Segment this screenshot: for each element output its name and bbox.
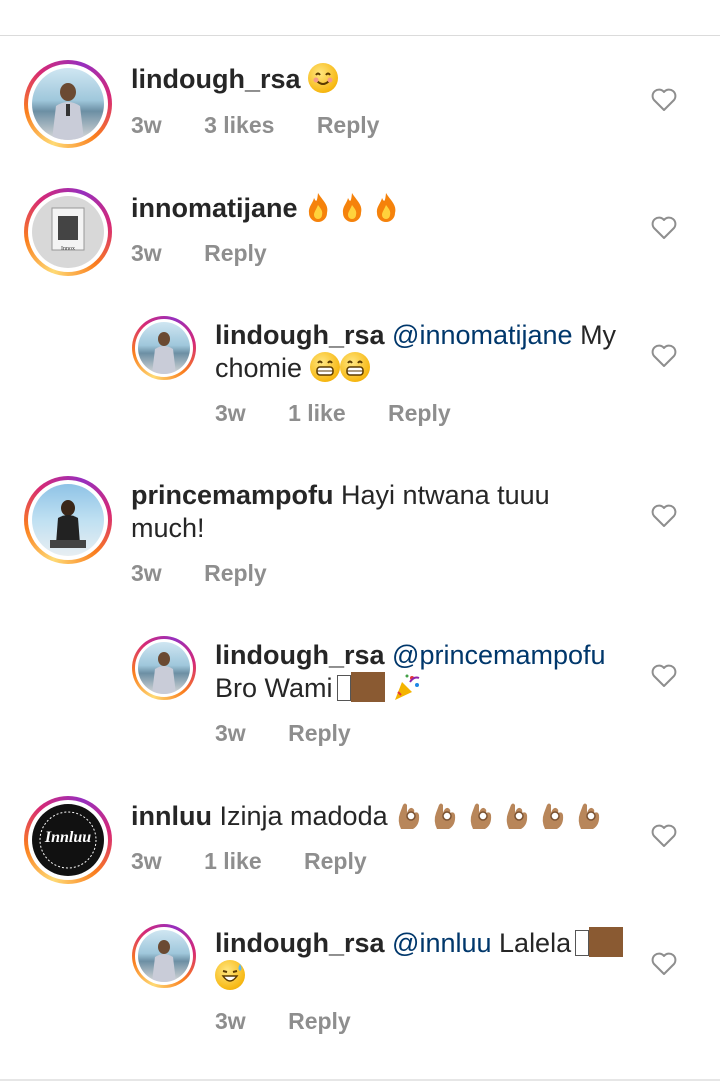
mention-link[interactable]: @innluu [392, 928, 491, 958]
comment-username[interactable]: innomatijane [131, 193, 298, 223]
avatar[interactable]: Innox [24, 188, 112, 276]
comment-time: 3w [131, 848, 162, 874]
comment-username[interactable]: princemampofu [131, 480, 334, 510]
heart-icon[interactable] [651, 952, 677, 976]
reply-button[interactable]: Reply [288, 1008, 351, 1034]
fire-icon [342, 193, 362, 222]
comment-1: lindough_rsa 3w 3 likes Reply [0, 60, 720, 160]
comment-text-line2: Bro Wami [215, 673, 333, 703]
smiling-face-icon [308, 63, 339, 93]
comment-3: princemampofu Hayi ntwana tuuu much! 3w … [0, 476, 720, 596]
innluu-logo: Innluu [44, 829, 92, 846]
avatar[interactable] [132, 636, 196, 700]
avatar[interactable] [132, 316, 196, 380]
comment-text-line2: chomie [215, 353, 303, 383]
avatar[interactable]: Innluu [24, 796, 112, 884]
bottom-divider [0, 1079, 720, 1081]
top-divider [0, 35, 720, 36]
mention-link[interactable]: @princemampofu [392, 640, 606, 670]
grinning-face-icon [339, 352, 370, 382]
avatar[interactable] [132, 924, 196, 988]
skin-tone-icon [589, 927, 624, 957]
svg-text:Innox: Innox [61, 246, 75, 252]
comment-username[interactable]: lindough_rsa [131, 64, 301, 94]
comment-username[interactable]: innluu [131, 801, 212, 831]
comment-4: Innluu innluu Izinja madoda 3w 1 like Re… [0, 796, 720, 896]
heart-icon[interactable] [651, 344, 677, 368]
sweat-smile-icon [215, 960, 245, 990]
likes-count[interactable]: 1 like [288, 400, 346, 426]
avatar[interactable] [24, 60, 112, 148]
ok-hand-icon [398, 803, 420, 829]
heart-icon[interactable] [651, 216, 677, 240]
party-popper-icon [395, 674, 420, 700]
comment-text: My [580, 320, 617, 350]
comment-time: 3w [215, 400, 246, 426]
reply-button[interactable]: Reply [317, 112, 380, 138]
fire-icon [308, 193, 328, 222]
fire-icon [376, 193, 396, 222]
comment-time: 3w [215, 720, 246, 746]
comment-text-line2: much! [131, 513, 205, 543]
ok-hand-icon [470, 803, 492, 829]
comment-text: Lalela [499, 928, 572, 958]
skin-tone-icon [350, 672, 385, 702]
comment-time: 3w [131, 112, 162, 138]
comment-text: Hayi ntwana tuuu [341, 480, 550, 510]
mention-link[interactable]: @innomatijane [392, 320, 573, 350]
comment-username[interactable]: lindough_rsa [215, 320, 385, 350]
reply-button[interactable]: Reply [304, 848, 367, 874]
missing-glyph-icon [575, 930, 590, 956]
missing-glyph-icon [336, 675, 351, 701]
reply-1: lindough_rsa @innomatijane My chomie 3w … [0, 316, 720, 436]
heart-icon[interactable] [651, 824, 677, 848]
comment-text: Izinja madoda [219, 801, 388, 831]
heart-icon[interactable] [651, 88, 677, 112]
reply-button[interactable]: Reply [288, 720, 351, 746]
ok-hand-icon [578, 803, 600, 829]
grinning-face-icon [309, 352, 340, 382]
ok-hand-icon [542, 803, 564, 829]
likes-count[interactable]: 3 likes [204, 112, 274, 138]
heart-icon[interactable] [651, 504, 677, 528]
likes-count[interactable]: 1 like [204, 848, 262, 874]
heart-icon[interactable] [651, 664, 677, 688]
reply-button[interactable]: Reply [204, 560, 267, 586]
comment-username[interactable]: lindough_rsa [215, 928, 385, 958]
comment-2: Innox innomatijane 3w Reply [0, 188, 720, 288]
reply-2: lindough_rsa @princemampofu Bro Wami 3w … [0, 636, 720, 756]
ok-hand-icon [434, 803, 456, 829]
ok-hand-icon [506, 803, 528, 829]
comment-time: 3w [131, 560, 162, 586]
reply-button[interactable]: Reply [204, 240, 267, 266]
comment-time: 3w [215, 1008, 246, 1034]
reply-3: lindough_rsa @innluu Lalela 3w Reply [0, 924, 720, 1044]
comment-username[interactable]: lindough_rsa [215, 640, 385, 670]
comment-time: 3w [131, 240, 162, 266]
avatar[interactable] [24, 476, 112, 564]
reply-button[interactable]: Reply [388, 400, 451, 426]
